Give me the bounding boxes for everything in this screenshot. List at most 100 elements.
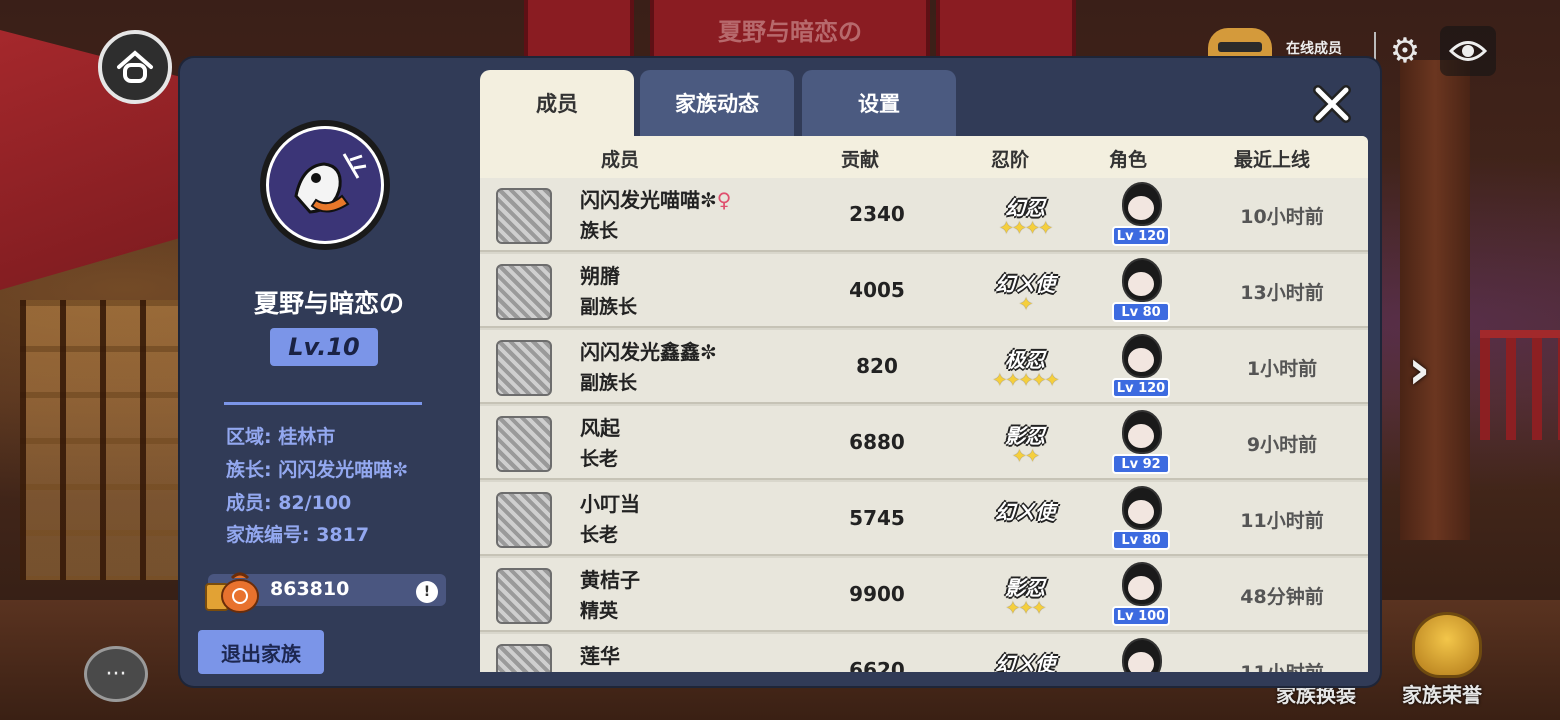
table-row[interactable]: 黄桔子 精英 9900 影忍 ✦✦✦ Lv 100 48分钟前 (480, 558, 1368, 632)
trophy-icon[interactable] (1412, 612, 1482, 678)
view-toggle-button[interactable] (1440, 26, 1496, 76)
member-avatar[interactable] (496, 188, 552, 244)
scene-banner (936, 0, 1076, 58)
ninja-rank-badge: 影忍 ✦✦ (980, 416, 1070, 472)
home-button[interactable] (98, 30, 172, 104)
member-name: 风起 (580, 416, 620, 440)
family-info-sidebar: 夏野与暗恋の Lv.10 区域: 桂林市 族长: 闪闪发光喵喵✼ 成员: 82/… (180, 58, 466, 686)
character-level-badge: Lv 100 (1112, 606, 1170, 626)
family-id: 家族编号: 3817 (226, 524, 370, 546)
member-role: 副族长 (580, 372, 638, 394)
member-avatar[interactable] (496, 492, 552, 548)
tab-members[interactable]: 成员 (480, 70, 634, 136)
character-face-icon (1128, 424, 1154, 448)
family-leader: 族长: 闪闪发光喵喵✼ (226, 459, 409, 481)
character-portrait[interactable]: Lv 120 (1112, 182, 1170, 248)
scene-bridge-railing (1480, 330, 1560, 440)
scene-banner (524, 0, 634, 58)
header-member: 成员 (600, 149, 639, 171)
character-face-icon (1128, 272, 1154, 296)
member-contribution: 9900 (849, 582, 905, 606)
chat-bubble-icon: ··· (105, 661, 127, 687)
close-button[interactable] (1308, 80, 1356, 128)
member-avatar[interactable] (496, 340, 552, 396)
character-portrait[interactable]: Lv 80 (1112, 258, 1170, 324)
close-icon (1313, 85, 1351, 123)
family-honor-button[interactable]: 家族荣誉 (1402, 679, 1482, 708)
member-role: 精英 (580, 600, 619, 622)
character-level-badge: Lv 120 (1112, 378, 1170, 398)
character-portrait[interactable]: Lv 100 (1112, 562, 1170, 628)
ninja-rank-badge: 幻ㄨ使 (980, 492, 1070, 548)
rank-stars-icon: ✦✦✦✦ (998, 218, 1053, 239)
character-portrait[interactable] (1112, 638, 1168, 672)
table-row[interactable]: 风起 长老 6880 影忍 ✦✦ Lv 92 9小时前 (480, 406, 1368, 480)
table-row[interactable]: 闪闪发光喵喵✼♀ 族长 2340 幻忍 ✦✦✦✦ Lv 120 10小时前 (480, 178, 1368, 252)
table-row[interactable]: 莲华 6620 幻ㄨ使 11小时前 (480, 634, 1368, 672)
member-name: 闪闪发光喵喵✼ (580, 188, 717, 212)
member-avatar[interactable] (496, 264, 552, 320)
member-contribution: 5745 (849, 506, 905, 530)
settings-button[interactable]: ⚙ (1384, 30, 1426, 72)
member-name-cell: 黄桔子 (580, 564, 640, 593)
online-members-label: 在线成员 (1286, 41, 1342, 57)
tab-settings[interactable]: 设置 (802, 70, 956, 136)
tab-family-activity[interactable]: 家族动态 (640, 70, 794, 136)
member-name: 闪闪发光鑫鑫✼ (580, 340, 717, 364)
scene-family-title: 夏野与暗恋の (718, 18, 862, 46)
funds-info-button[interactable]: ! (416, 581, 438, 603)
character-level-badge: Lv 80 (1112, 530, 1170, 550)
member-avatar[interactable] (496, 416, 552, 472)
member-name: 朔膌 (580, 264, 620, 288)
character-level-badge: Lv 80 (1112, 302, 1170, 322)
rank-stars-icon: ✦✦✦✦✦ (992, 370, 1059, 391)
header-ninja-rank: 忍阶 (990, 149, 1029, 171)
member-name-cell: 风起 (580, 412, 620, 441)
ninja-rank-text: 幻ㄨ使 (995, 272, 1055, 296)
table-row[interactable]: 闪闪发光鑫鑫✼ 副族长 820 极忍 ✦✦✦✦✦ Lv 120 1小时前 (480, 330, 1368, 404)
member-name-cell: 小叮当 (580, 488, 640, 517)
next-page-arrow[interactable]: › (1408, 340, 1448, 400)
family-funds-value: 863810 (270, 578, 350, 600)
ninja-rank-text: 幻ㄨ使 (995, 500, 1055, 524)
ninja-rank-badge: 影忍 ✦✦✦ (980, 568, 1070, 624)
member-avatar[interactable] (496, 644, 552, 672)
ninja-rank-badge: 极忍 ✦✦✦✦✦ (980, 340, 1070, 396)
coin-bag-icon (204, 566, 260, 614)
member-last-online: 13小时前 (1240, 282, 1324, 304)
ninja-rank-badge: 幻忍 ✦✦✦✦ (980, 188, 1070, 244)
family-region: 区域: 桂林市 (226, 426, 336, 448)
eye-icon (1448, 41, 1488, 61)
character-level-badge: Lv 120 (1112, 226, 1170, 246)
member-name: 莲华 (580, 644, 620, 668)
rank-stars-icon: ✦✦✦ (1005, 598, 1046, 619)
member-contribution: 2340 (849, 202, 905, 226)
quit-family-button[interactable]: 退出家族 (198, 630, 324, 674)
character-portrait[interactable]: Lv 120 (1112, 334, 1170, 400)
member-contribution: 6620 (849, 658, 905, 672)
member-contribution: 820 (856, 354, 898, 378)
sidebar-divider (224, 402, 422, 405)
member-last-online: 11小时前 (1212, 658, 1352, 672)
member-role: 族长 (580, 220, 619, 242)
family-emblem-icon (260, 120, 390, 250)
ninja-rank-text: 影忍 (1005, 424, 1045, 448)
scene-shoji-window (20, 300, 180, 580)
gear-icon: ⚙ (1389, 31, 1421, 71)
member-role: 副族长 (580, 296, 638, 318)
family-panel: 夏野与暗恋の Lv.10 区域: 桂林市 族长: 闪闪发光喵喵✼ 成员: 82/… (180, 58, 1380, 686)
table-row[interactable]: 朔膌 副族长 4005 幻ㄨ使 ✦ Lv 80 13小时前 (480, 254, 1368, 328)
member-avatar[interactable] (496, 568, 552, 624)
ninja-rank-badge: 幻ㄨ使 (980, 644, 1070, 672)
character-portrait[interactable]: Lv 92 (1112, 410, 1170, 476)
table-row[interactable]: 小叮当 长老 5745 幻ㄨ使 Lv 80 11小时前 (480, 482, 1368, 556)
chat-button[interactable]: ··· (84, 646, 148, 702)
character-portrait[interactable]: Lv 80 (1112, 486, 1170, 552)
member-name-cell: 莲华 (580, 640, 620, 669)
member-last-online: 10小时前 (1240, 206, 1324, 228)
scene-pillar (1400, 60, 1470, 540)
family-member-count: 成员: 82/100 (226, 492, 352, 514)
ninja-rank-text: 幻忍 (1005, 196, 1045, 220)
character-level-badge: Lv 92 (1112, 454, 1170, 474)
character-face-icon (1128, 196, 1154, 220)
